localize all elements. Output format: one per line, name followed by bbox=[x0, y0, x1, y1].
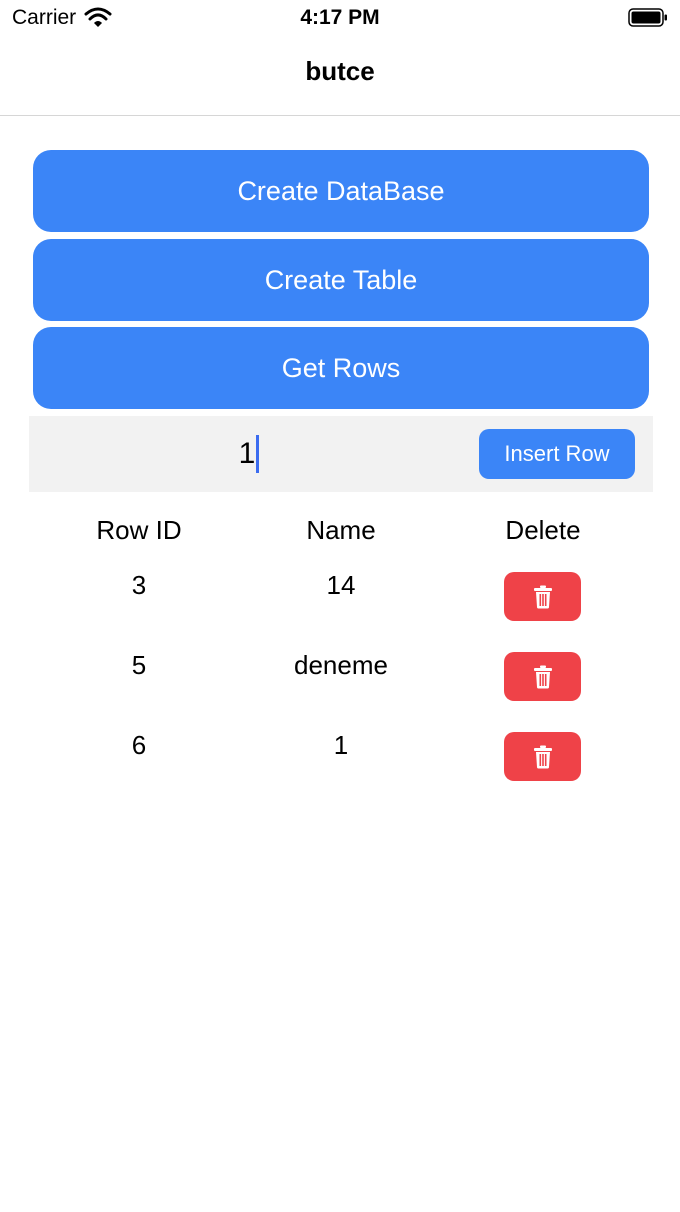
row-name-cell: deneme bbox=[294, 650, 388, 680]
table-header: Row ID Name Delete bbox=[0, 508, 680, 558]
row-id-cell: 3 bbox=[131, 570, 147, 600]
header-name: Name bbox=[306, 515, 376, 545]
delete-row-button[interactable] bbox=[504, 732, 581, 781]
table-row: 3 14 bbox=[0, 563, 680, 621]
page-title: butce bbox=[305, 56, 375, 86]
header-row-id: Row ID bbox=[96, 515, 182, 545]
row-name-input[interactable]: 1 bbox=[29, 424, 469, 484]
trash-icon bbox=[533, 665, 552, 688]
clock: 4:17 PM bbox=[300, 6, 380, 29]
insert-row-button[interactable]: Insert Row bbox=[479, 429, 635, 479]
text-caret bbox=[256, 435, 260, 473]
delete-row-button[interactable] bbox=[504, 572, 581, 621]
row-id-cell: 6 bbox=[131, 730, 147, 760]
status-bar: Carrier 4:17 PM bbox=[0, 0, 680, 36]
table-row: 5 deneme bbox=[0, 643, 680, 701]
trash-icon bbox=[533, 585, 552, 608]
create-table-button[interactable]: Create Table bbox=[33, 239, 649, 321]
row-name-cell: 14 bbox=[326, 570, 356, 600]
navigation-bar: butce bbox=[0, 36, 680, 116]
row-name-input-value: 1 bbox=[238, 437, 256, 470]
trash-icon bbox=[533, 745, 552, 768]
row-id-cell: 5 bbox=[131, 650, 147, 680]
get-rows-button[interactable]: Get Rows bbox=[33, 327, 649, 409]
insert-row-bar: 1 Insert Row bbox=[29, 416, 653, 492]
battery-icon bbox=[628, 8, 667, 27]
row-name-cell: 1 bbox=[333, 730, 349, 760]
table-row: 6 1 bbox=[0, 723, 680, 781]
header-delete: Delete bbox=[505, 515, 581, 545]
create-database-button[interactable]: Create DataBase bbox=[33, 150, 649, 232]
delete-row-button[interactable] bbox=[504, 652, 581, 701]
